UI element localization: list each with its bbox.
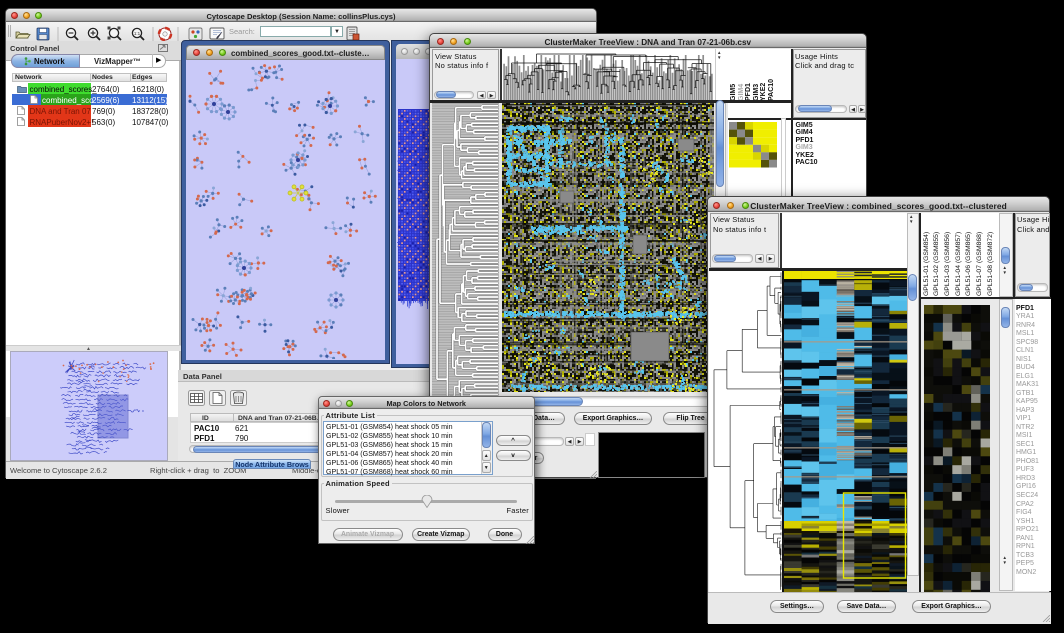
svg-text:1:1: 1:1 [134, 31, 141, 36]
